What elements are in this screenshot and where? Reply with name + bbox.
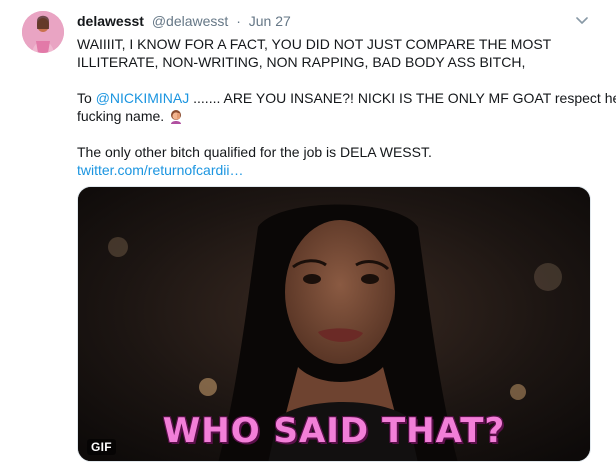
tweet-text-line: fucking name. [77, 107, 184, 125]
external-link[interactable]: twitter.com/returnofcardii… [77, 162, 244, 178]
gif-caption: WHO SAID THAT? [162, 411, 506, 451]
tweet-text-line: WAIIIIT, I KNOW FOR A FACT, YOU DID NOT … [77, 36, 552, 52]
woman-facepalming-icon [168, 108, 184, 124]
tweet[interactable]: delawesst @delawesst · Jun 27 WAIIIIT, I… [0, 0, 616, 476]
tweet-text-line: The only other bitch qualified for the j… [77, 144, 432, 160]
chevron-down-icon[interactable] [573, 12, 591, 30]
separator-dot: · [236, 13, 241, 29]
tweet-text-line: twitter.com/returnofcardii… [77, 161, 244, 179]
gif-media[interactable]: WHO SAID THAT? GIF [77, 186, 591, 462]
avatar[interactable] [22, 11, 64, 53]
mention-link[interactable]: @NICKIMINAJ [96, 90, 190, 106]
tweet-text-line: To @NICKIMINAJ ....... ARE YOU INSANE?! … [77, 89, 616, 107]
tweet-text-fragment: To [77, 90, 96, 106]
tweet-header: delawesst @delawesst · Jun 27 [77, 12, 291, 30]
display-name[interactable]: delawesst [77, 13, 144, 29]
tweet-timestamp[interactable]: Jun 27 [249, 13, 291, 29]
tweet-text-fragment: ....... ARE YOU INSANE?! NICKI IS THE ON… [189, 90, 616, 106]
user-handle[interactable]: @delawesst [152, 13, 228, 29]
gif-badge: GIF [87, 439, 116, 455]
tweet-text-line: ILLITERATE, NON-WRITING, NON RAPPING, BA… [77, 54, 526, 70]
tweet-text-fragment: fucking name. [77, 108, 169, 124]
